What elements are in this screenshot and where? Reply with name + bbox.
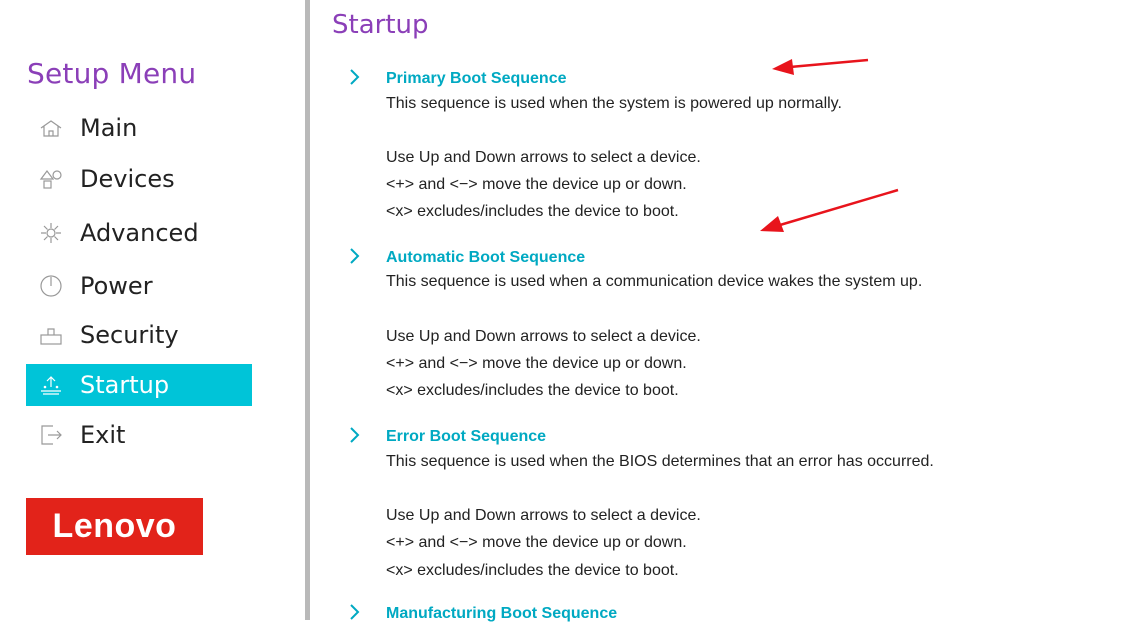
error-boot-sequence-link[interactable]: Error Boot Sequence xyxy=(386,428,546,446)
help-text: Use Up and Down arrows to select a devic… xyxy=(386,328,701,345)
main-content: Startup Primary Boot Sequence This seque… xyxy=(310,0,1137,623)
sidebar-item-label: Exit xyxy=(80,421,126,449)
home-icon xyxy=(38,115,64,141)
page-title: Startup xyxy=(332,10,429,40)
lenovo-logo: Lenovo xyxy=(26,498,203,555)
help-text: <+> and <−> move the device up or down. xyxy=(386,176,687,193)
startup-icon xyxy=(38,372,64,398)
help-text: Use Up and Down arrows to select a devic… xyxy=(386,149,701,166)
sidebar-item-startup[interactable]: Startup xyxy=(26,364,252,406)
help-text: Use Up and Down arrows to select a devic… xyxy=(386,507,701,524)
automatic-boot-sequence-link[interactable]: Automatic Boot Sequence xyxy=(386,249,585,267)
chevron-right-icon[interactable] xyxy=(348,68,364,88)
annotation-arrow xyxy=(760,188,899,232)
sidebar-item-power[interactable]: Power xyxy=(26,265,252,307)
sidebar-item-label: Devices xyxy=(80,165,175,193)
section-description: This sequence is used when the BIOS dete… xyxy=(386,453,934,470)
primary-boot-sequence-link[interactable]: Primary Boot Sequence xyxy=(386,70,567,88)
sidebar-item-label: Main xyxy=(80,114,138,142)
exit-icon xyxy=(38,422,64,448)
annotation-arrow xyxy=(772,58,869,75)
power-icon xyxy=(38,273,64,299)
sidebar-item-security[interactable]: Security xyxy=(26,314,252,356)
advanced-icon xyxy=(38,220,64,246)
sidebar-item-label: Startup xyxy=(80,371,170,399)
sidebar-item-devices[interactable]: Devices xyxy=(26,158,252,200)
sidebar-item-label: Advanced xyxy=(80,219,199,247)
logo-text: Lenovo xyxy=(52,507,177,545)
sidebar-item-label: Power xyxy=(80,272,153,300)
help-text: <+> and <−> move the device up or down. xyxy=(386,355,687,372)
security-icon xyxy=(38,322,64,348)
chevron-right-icon[interactable] xyxy=(348,426,364,446)
help-text: <x> excludes/includes the device to boot… xyxy=(386,203,679,220)
sidebar-item-label: Security xyxy=(80,321,179,349)
manufacturing-boot-sequence-link[interactable]: Manufacturing Boot Sequence xyxy=(386,605,617,623)
chevron-right-icon[interactable] xyxy=(348,247,364,267)
help-text: <x> excludes/includes the device to boot… xyxy=(386,562,679,579)
sidebar-item-main[interactable]: Main xyxy=(26,107,252,149)
section-description: This sequence is used when a communicati… xyxy=(386,273,923,290)
devices-icon xyxy=(38,166,64,192)
sidebar: Setup Menu Main Devices Advanced Power S… xyxy=(0,0,305,620)
help-text: <+> and <−> move the device up or down. xyxy=(386,534,687,551)
sidebar-item-advanced[interactable]: Advanced xyxy=(26,212,252,254)
setup-menu-title: Setup Menu xyxy=(27,57,197,90)
sidebar-item-exit[interactable]: Exit xyxy=(26,414,252,456)
help-text: <x> excludes/includes the device to boot… xyxy=(386,382,679,399)
section-description: This sequence is used when the system is… xyxy=(386,95,842,112)
chevron-right-icon[interactable] xyxy=(348,603,364,623)
